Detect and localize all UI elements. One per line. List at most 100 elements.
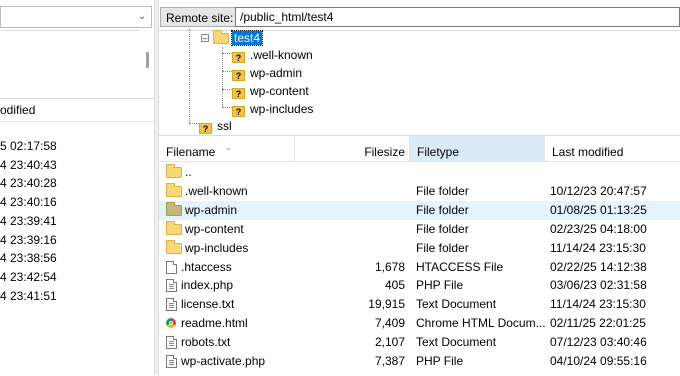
file-modified-cell: 11/14/24 23:15:30: [550, 240, 646, 255]
file-name: index.php: [181, 278, 234, 293]
file-name: wp-admin: [185, 202, 238, 217]
unknown-folder-icon: ?: [232, 70, 245, 81]
file-name: ..: [185, 165, 192, 179]
unknown-folder-icon: ?: [232, 88, 245, 99]
column-filetype-label: Filetype: [417, 145, 460, 159]
file-type-cell: Chrome HTML Docum...: [416, 316, 546, 331]
file-list-header: ⌃ Filename Filesize Filetype Last modifi…: [159, 136, 680, 162]
file-name-cell: wp-includes: [166, 239, 366, 258]
remote-file-list: ⌃ Filename Filesize Filetype Last modifi…: [159, 135, 680, 375]
php-file-icon: [166, 279, 177, 293]
file-size-cell: 405: [384, 278, 405, 293]
file-row[interactable]: wp-includes File folder 11/14/24 23:15:30: [159, 239, 680, 258]
file-modified-cell: 02/22/25 14:12:38: [550, 259, 647, 274]
file-type-cell: PHP File: [416, 354, 464, 368]
local-file-row-modified[interactable]: 4 23:41:51: [0, 287, 57, 306]
file-row[interactable]: index.php 405 PHP File 03/06/23 02:31:58: [159, 276, 680, 295]
file-row[interactable]: robots.txt 2,107 Text Document 07/12/23 03:…: [159, 333, 680, 352]
remote-path-bar: Remote site: /public_html/test4: [159, 5, 680, 29]
file-modified-cell: 04/10/24 09:55:16: [550, 354, 647, 368]
file-modified-cell: 07/12/23 03:40:46: [550, 335, 647, 350]
file-name: .htaccess: [181, 259, 232, 274]
column-filesize[interactable]: Filesize: [295, 136, 410, 161]
file-row[interactable]: wp-content File folder 02/23/25 04:18:00: [159, 220, 680, 239]
file-type-cell: File folder: [416, 183, 469, 198]
local-file-list: odified 5 02:17:58 4 23:40:43 4 23:40:28 4 …: [0, 98, 154, 376]
local-file-row-modified[interactable]: 4 23:42:54: [0, 268, 57, 287]
file-type-cell: PHP File: [416, 278, 464, 293]
tree-line: [222, 53, 232, 54]
file-row[interactable]: wp-admin File folder 01/08/25 01:13:25: [159, 200, 680, 220]
tree-node-wp-admin[interactable]: ? wp-admin: [232, 64, 304, 82]
tree-node-test4[interactable]: test4: [213, 29, 264, 47]
file-name-cell: wp-content: [166, 220, 366, 239]
file-size-cell: 7,409: [374, 316, 405, 331]
local-file-row-modified[interactable]: 4 23:39:16: [0, 231, 57, 250]
file-modified-cell: 01/08/25 01:13:25: [550, 202, 647, 217]
tree-node-label: wp-includes: [250, 102, 314, 116]
file-modified-cell: 02/11/25 22:01:25: [550, 316, 646, 331]
unknown-folder-icon: ?: [232, 52, 245, 63]
remote-site-panel: Remote site: /public_html/test4 – test4 …: [159, 0, 680, 375]
column-last-modified[interactable]: Last modified: [545, 136, 680, 161]
local-file-row-modified[interactable]: 4 23:40:28: [0, 174, 57, 193]
file-icon: [166, 260, 177, 274]
unknown-folder-icon: ?: [232, 106, 245, 117]
local-file-row-modified[interactable]: 4 23:40:43: [0, 156, 57, 175]
file-name: license.txt: [181, 297, 235, 312]
local-file-row-modified[interactable]: 5 02:17:58: [0, 137, 57, 156]
column-filesize-label: Filesize: [364, 145, 405, 159]
text-file-icon: [166, 298, 177, 312]
local-path-combobox[interactable]: ⌄: [0, 6, 152, 28]
file-modified-cell: 11/14/24 23:15:30: [550, 297, 646, 312]
column-last-modified-label: Last modified: [552, 145, 624, 159]
column-filetype[interactable]: Filetype: [410, 136, 545, 161]
tree-node-wp-content[interactable]: ? wp-content: [232, 82, 311, 100]
file-row[interactable]: wp-activate.php 7,387 PHP File 04/10/24 09:…: [159, 352, 680, 371]
local-file-row-modified[interactable]: 4 23:38:56: [0, 249, 57, 268]
column-filename-label: Filename: [166, 145, 216, 159]
column-filename[interactable]: ⌃ Filename: [159, 136, 295, 161]
text-file-icon: [166, 336, 177, 350]
tree-line: [222, 89, 232, 90]
local-directory-tree[interactable]: [0, 30, 140, 95]
local-file-row-modified[interactable]: 4 23:40:16: [0, 193, 57, 212]
tree-node-ssl[interactable]: ? ssl: [199, 117, 234, 135]
chevron-down-icon[interactable]: ⌄: [135, 9, 149, 25]
tree-node-label: .well-known: [250, 48, 313, 62]
folder-open-icon: [213, 30, 229, 44]
tree-line: [222, 71, 232, 72]
file-row[interactable]: .htaccess 1,678 HTACCESS File 02/22/25 14:1…: [159, 258, 680, 277]
folder-icon: [166, 201, 182, 216]
file-type-cell: File folder: [416, 202, 469, 217]
file-name-cell: ..: [166, 163, 366, 182]
file-type-cell: File folder: [416, 221, 469, 236]
file-name: .well-known: [185, 183, 248, 198]
file-type-cell: HTACCESS File: [416, 259, 504, 274]
local-last-modified-header[interactable]: odified: [0, 99, 154, 122]
local-file-row-modified[interactable]: 4 23:39:41: [0, 212, 57, 231]
file-row[interactable]: .well-known File folder 10/12/23 20:47:57: [159, 182, 680, 201]
file-row[interactable]: readme.html 7,409 Chrome HTML Docum... 02/1…: [159, 314, 680, 333]
tree-line: [222, 47, 223, 107]
tree-node-label: test4: [230, 30, 264, 46]
remote-path-input[interactable]: /public_html/test4: [235, 7, 680, 27]
file-row[interactable]: license.txt 19,915 Text Document 11/14/24 2…: [159, 295, 680, 314]
folder-icon: [166, 182, 182, 197]
file-row[interactable]: ..: [159, 163, 680, 182]
file-name: wp-includes: [185, 240, 249, 255]
local-tree-scrollbar[interactable]: [142, 30, 153, 94]
remote-site-label: Remote site:: [160, 7, 240, 27]
tree-node-wp-includes[interactable]: ? wp-includes: [232, 100, 315, 118]
file-modified-cell: 03/06/23 02:31:58: [550, 278, 647, 293]
collapse-toggle-icon[interactable]: –: [201, 34, 209, 43]
file-modified-cell: 10/12/23 20:47:57: [550, 183, 647, 198]
file-size-cell: 19,915: [368, 297, 405, 312]
tree-node-label: wp-admin: [250, 66, 303, 80]
local-last-modified-header-label: odified: [0, 103, 36, 117]
folder-icon: [166, 239, 182, 254]
file-name: wp-content: [185, 221, 244, 236]
tree-node-well-known[interactable]: ? .well-known: [232, 46, 315, 64]
php-file-icon: [166, 355, 177, 368]
scrollbar-thumb[interactable]: [146, 52, 149, 68]
